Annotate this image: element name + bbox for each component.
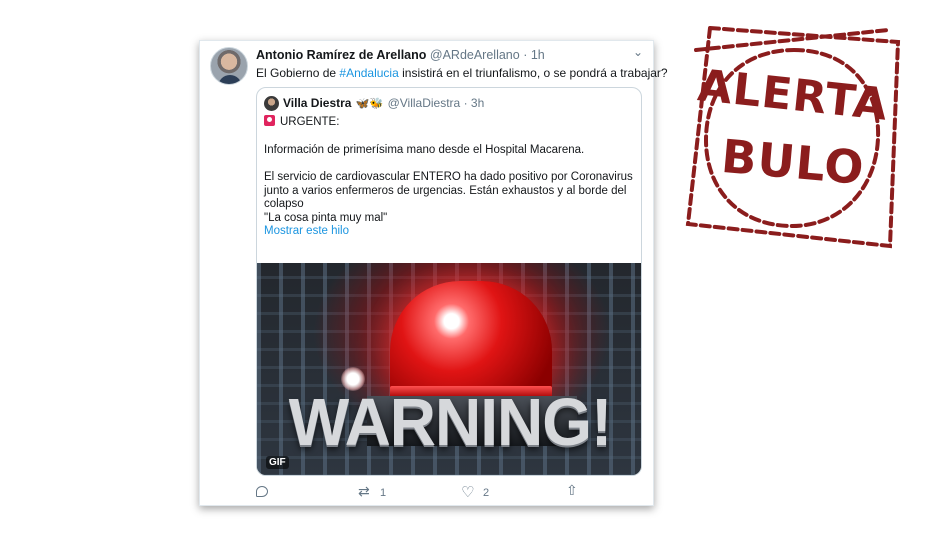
tweet-text: El Gobierno de #Andalucia insistirá en e… — [256, 66, 668, 80]
quoted-author-name[interactable]: Villa Diestra — [283, 96, 351, 110]
quoted-tweet[interactable]: Villa Diestra 🦋🐝 @VillaDiestra · 3h URGE… — [256, 87, 642, 476]
info-line: Información de primerísima mano desde el… — [264, 143, 585, 156]
header-separator: · — [523, 48, 528, 62]
tweet-card[interactable]: Antonio Ramírez de Arellano @ARdeArellan… — [199, 40, 668, 506]
siren-light — [390, 281, 552, 396]
author-handle[interactable]: @ARdeArellano — [430, 48, 520, 62]
body-line-3: colapso — [264, 198, 304, 210]
quoted-time[interactable]: 3h — [471, 96, 484, 110]
like-count: 2 — [483, 487, 490, 499]
body-line-1: El servicio de cardiovascular ENTERO ha … — [264, 171, 633, 183]
retweet-icon — [358, 484, 372, 500]
hashtag-link[interactable]: #Andalucia — [339, 66, 398, 80]
siren-emoji-icon — [264, 115, 275, 126]
quoted-handle[interactable]: @VillaDiestra — [388, 96, 461, 110]
like-icon — [461, 483, 475, 501]
gif-warning-text: WARNING! — [288, 384, 613, 460]
gif-badge: GIF — [266, 456, 289, 469]
tweet-header: Antonio Ramírez de Arellano @ARdeArellan… — [256, 48, 636, 62]
tweet-time[interactable]: 1h — [531, 48, 545, 62]
body-quote-line: "La cosa pinta muy mal" — [264, 211, 388, 224]
author-avatar[interactable] — [210, 47, 248, 85]
show-thread-link[interactable]: Mostrar este hilo — [264, 225, 636, 239]
action-bar: 1 2 — [256, 483, 586, 501]
quoted-separator: · — [463, 96, 468, 110]
like-button[interactable]: 2 — [461, 483, 490, 501]
reply-icon — [256, 486, 268, 497]
urgent-label: URGENTE: — [280, 116, 340, 128]
reply-button[interactable] — [256, 486, 268, 497]
gif-media[interactable]: WARNING! GIF — [257, 263, 641, 475]
share-icon — [566, 483, 580, 500]
body-line-2: junto a varios enfermeros de urgencias. … — [264, 184, 627, 197]
tweet-text-before: El Gobierno de — [256, 66, 340, 80]
share-button[interactable] — [566, 483, 580, 500]
tweet-text-after: insistirá en el triunfalismo, o se pondr… — [398, 66, 668, 80]
quoted-header: Villa Diestra 🦋🐝 @VillaDiestra · 3h — [283, 96, 484, 110]
quoted-avatar[interactable] — [264, 96, 279, 111]
retweet-count: 1 — [380, 487, 387, 499]
alerta-bulo-stamp: ALERTA BULO — [682, 20, 904, 250]
retweet-button[interactable]: 1 — [358, 484, 387, 500]
quoted-body: URGENTE: Información de primerísima mano… — [264, 115, 636, 239]
quoted-author-emojis: 🦋🐝 — [355, 98, 384, 110]
chevron-down-icon[interactable]: ⌄ — [633, 45, 643, 59]
author-name[interactable]: Antonio Ramírez de Arellano — [256, 48, 426, 62]
